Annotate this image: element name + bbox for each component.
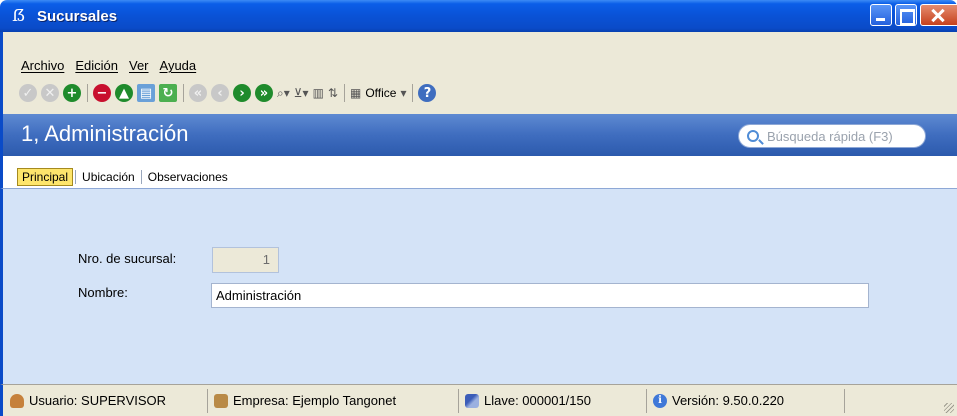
chevron-down-icon[interactable]: ▾ <box>400 84 406 102</box>
nombre-label: Nombre: <box>78 285 128 300</box>
toolbar-separator <box>183 84 184 102</box>
toolbar-separator <box>343 84 345 102</box>
minimize-button[interactable] <box>870 4 892 26</box>
search-input[interactable]: Búsqueda rápida (F3) <box>738 124 926 148</box>
filter-icon[interactable]: ⊻▾ <box>294 84 309 102</box>
status-bar: Usuario: SUPERVISOR Empresa: Ejemplo Tan… <box>0 384 957 416</box>
status-company: Empresa: Ejemplo Tangonet <box>214 388 459 413</box>
maximize-button[interactable] <box>895 4 917 26</box>
add-icon[interactable]: + <box>63 84 81 102</box>
menu-bar: Archivo Edición Ver Ayuda <box>21 58 196 73</box>
tab-principal[interactable]: Principal <box>17 168 74 186</box>
toolbar-separator <box>87 84 88 102</box>
office-button[interactable]: Office <box>365 86 396 100</box>
tab-separator <box>140 170 142 184</box>
cancel-icon[interactable]: ✕ <box>41 84 59 102</box>
nro-sucursal-field: 1 <box>212 247 279 273</box>
toolbar-separator <box>412 84 414 102</box>
page-title: 1, Administración <box>21 121 189 146</box>
find-icon[interactable]: ⌕▾ <box>277 84 290 102</box>
enable-icon[interactable]: ▲ <box>115 84 133 102</box>
menu-edicion[interactable]: Edición <box>75 58 118 73</box>
menu-archivo[interactable]: Archivo <box>21 58 64 73</box>
nombre-field[interactable]: Administración <box>211 283 869 308</box>
window-title: Sucursales <box>37 7 118 25</box>
tab-separator <box>75 170 77 184</box>
toolbar: ✓ ✕ + − ▲ ▤ ↻ « ‹ › » ⌕▾ ⊻▾ ▥ ⇅ ▦ Office… <box>19 81 440 105</box>
office-icon[interactable]: ▦ <box>350 84 361 102</box>
info-icon: i <box>653 393 667 408</box>
last-record-icon[interactable]: » <box>255 84 273 102</box>
status-version: i Versión: 9.50.0.220 <box>653 388 845 413</box>
status-key-text: Llave: 000001/150 <box>484 393 591 408</box>
previous-record-icon[interactable]: ‹ <box>211 84 229 102</box>
sort-icon[interactable]: ⇅ <box>328 84 338 102</box>
record-header: 1, Administración Búsqueda rápida (F3) <box>0 114 957 156</box>
tab-bar: Principal Ubicación Observaciones <box>0 156 957 189</box>
delete-icon[interactable]: − <box>93 84 111 102</box>
key-icon <box>465 393 479 408</box>
status-key: Llave: 000001/150 <box>465 388 647 413</box>
search-placeholder: Búsqueda rápida (F3) <box>767 128 893 144</box>
status-user-text: Usuario: SUPERVISOR <box>29 393 167 408</box>
form-panel: Nro. de sucursal: 1 Nombre: Administraci… <box>0 189 957 384</box>
window-titlebar[interactable]: ẞ Sucursales <box>0 0 957 32</box>
nro-sucursal-label: Nro. de sucursal: <box>78 251 177 266</box>
export-icon[interactable]: ▤ <box>137 84 155 102</box>
company-icon <box>214 393 228 408</box>
window-chrome: Archivo Edición Ver Ayuda ✓ ✕ + − ▲ ▤ ↻ … <box>0 32 957 114</box>
first-record-icon[interactable]: « <box>189 84 207 102</box>
user-icon <box>10 393 24 408</box>
status-version-text: Versión: 9.50.0.220 <box>672 393 785 408</box>
columns-icon[interactable]: ▥ <box>313 84 324 102</box>
search-icon <box>747 130 759 142</box>
status-company-text: Empresa: Ejemplo Tangonet <box>233 393 397 408</box>
next-record-icon[interactable]: › <box>233 84 251 102</box>
tab-ubicacion[interactable]: Ubicación <box>78 169 139 185</box>
accept-icon[interactable]: ✓ <box>19 84 37 102</box>
app-icon: ẞ <box>12 6 26 25</box>
refresh-icon[interactable]: ↻ <box>159 84 177 102</box>
tab-observaciones[interactable]: Observaciones <box>144 169 232 185</box>
status-user: Usuario: SUPERVISOR <box>10 388 208 413</box>
menu-ayuda[interactable]: Ayuda <box>160 58 197 73</box>
menu-ver[interactable]: Ver <box>129 58 149 73</box>
help-icon[interactable]: ? <box>418 84 437 102</box>
resize-grip[interactable] <box>944 403 954 413</box>
close-button[interactable] <box>920 4 957 26</box>
